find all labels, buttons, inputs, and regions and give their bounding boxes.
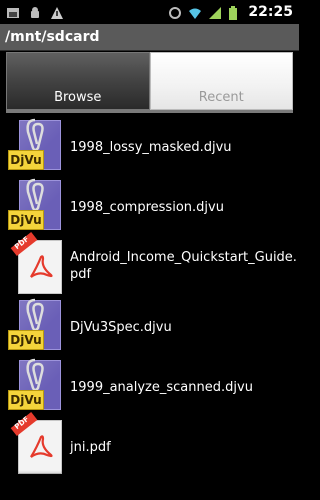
tab-bar: Browse Recent <box>6 52 293 110</box>
tab-underline <box>6 110 293 113</box>
sync-icon <box>168 5 182 19</box>
djvu-file-icon: DjVu <box>8 358 68 414</box>
pdf-file-icon: PDF <box>8 232 68 294</box>
tab-recent[interactable]: Recent <box>149 52 293 110</box>
tab-browse[interactable]: Browse <box>6 52 150 110</box>
file-name: 1998_compression.djvu <box>70 200 224 215</box>
photo-icon <box>6 5 20 19</box>
current-path: /mnt/sdcard <box>5 29 100 45</box>
list-item[interactable]: DjVu DjVu3Spec.djvu <box>0 297 299 357</box>
djvu-file-icon: DjVu <box>8 178 68 234</box>
list-item[interactable]: PDF jni.pdf <box>0 412 299 477</box>
wifi-icon <box>188 5 202 19</box>
tab-browse-label: Browse <box>54 90 102 105</box>
file-name: 1999_analyze_scanned.djvu <box>70 380 253 395</box>
clock: 22:25 <box>248 4 293 20</box>
list-item[interactable]: DjVu 1998_compression.djvu <box>0 177 299 237</box>
list-fade <box>0 470 299 500</box>
file-name: Android_Income_Quickstart_Guide. pdf <box>70 250 297 282</box>
djvu-file-icon: DjVu <box>8 298 68 354</box>
warning-icon <box>50 5 64 19</box>
path-bar: /mnt/sdcard <box>0 24 299 51</box>
list-item[interactable]: DjVu 1998_lossy_masked.djvu <box>0 117 299 177</box>
status-bar: 22:25 <box>0 0 299 24</box>
file-name: jni.pdf <box>70 440 111 455</box>
signal-icon <box>208 5 222 19</box>
list-item[interactable]: PDF Android_Income_Quickstart_Guide. pdf <box>0 232 299 297</box>
android-icon <box>28 5 42 19</box>
file-name: DjVu3Spec.djvu <box>70 320 172 335</box>
list-item[interactable]: DjVu 1999_analyze_scanned.djvu <box>0 357 299 417</box>
file-name: 1998_lossy_masked.djvu <box>70 140 232 155</box>
file-list: DjVu 1998_lossy_masked.djvu DjVu 1998_co… <box>0 117 299 477</box>
djvu-file-icon: DjVu <box>8 118 68 174</box>
tab-recent-label: Recent <box>198 90 244 105</box>
pdf-file-icon: PDF <box>8 412 68 474</box>
battery-icon <box>228 5 242 20</box>
